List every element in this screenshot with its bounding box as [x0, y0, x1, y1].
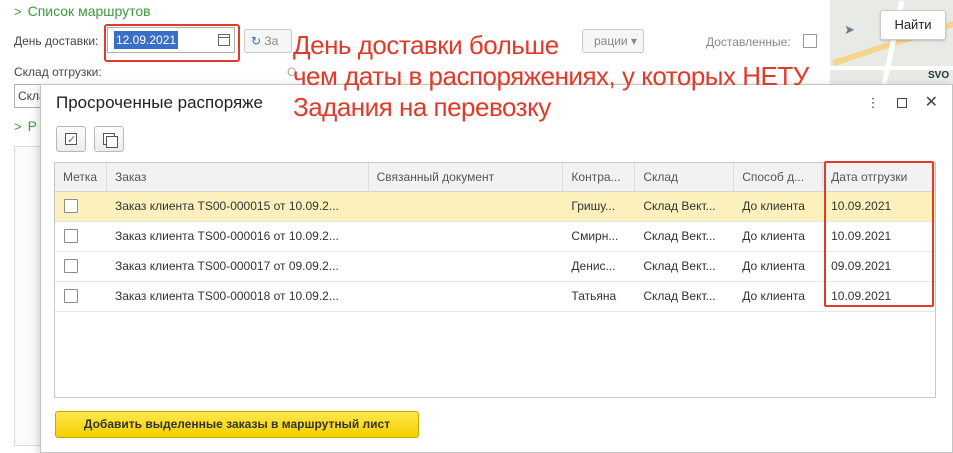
column-header-linked-document[interactable]: Связанный документ [369, 163, 564, 192]
column-header-mark[interactable]: Метка [55, 163, 107, 192]
route-list-title: Список маршрутов [27, 3, 151, 19]
row-order: Заказ клиента TS00-000018 от 10.09.2... [114, 289, 339, 303]
route-list-section-title[interactable]: > Список маршрутов [14, 3, 151, 19]
row-linked-document [369, 282, 564, 311]
column-header-order[interactable]: Заказ [107, 163, 369, 192]
row-linked-document [369, 222, 564, 251]
close-icon[interactable]: ✕ [925, 95, 938, 111]
row-checkbox[interactable] [64, 199, 78, 213]
row-linked-document [369, 192, 564, 221]
column-header-delivery-method[interactable]: Способ д... [734, 163, 824, 192]
dialog-title: Просроченные распоряже [56, 93, 264, 112]
fill-button-label: За [264, 34, 279, 48]
uncheck-all-button[interactable] [94, 126, 124, 152]
row-order: Заказ клиента TS00-000016 от 10.09.2... [114, 229, 339, 243]
row-checkbox[interactable] [64, 229, 78, 243]
row-ship-date: 10.09.2021 [831, 289, 892, 303]
table-row[interactable]: Заказ клиента TS00-000015 от 10.09.2... … [55, 192, 935, 222]
delivery-day-highlight [104, 24, 240, 62]
add-selected-orders-button[interactable]: Добавить выделенные заказы в маршрутный … [55, 411, 419, 438]
row-ship-date: 10.09.2021 [831, 229, 892, 243]
table-row[interactable]: Заказ клиента TS00-000017 от 09.09.2... … [55, 252, 935, 282]
column-header-ship-date[interactable]: Дата отгрузки [823, 163, 935, 192]
annotation-line-2: чем даты в распоряжениях, у которых НЕТУ [293, 61, 809, 91]
row-warehouse: Склад Вект... [643, 259, 716, 273]
more-icon[interactable]: ⋮ [867, 95, 880, 111]
row-warehouse: Склад Вект... [643, 289, 716, 303]
navigation-arrow-icon[interactable]: ➤ [844, 22, 855, 38]
check-all-button[interactable]: ✓ [56, 126, 86, 152]
map-widget[interactable]: ➤ Найти SVO [830, 0, 953, 86]
column-header-warehouse[interactable]: Склад [635, 163, 735, 192]
annotation-line-1: День доставки больше [293, 30, 559, 60]
row-counterparty: Смирн... [571, 229, 619, 243]
row-delivery-method: До клиента [742, 259, 805, 273]
row-warehouse: Склад Вект... [643, 199, 716, 213]
table-row[interactable]: Заказ клиента TS00-000016 от 10.09.2... … [55, 222, 935, 252]
row-delivery-method: До клиента [742, 199, 805, 213]
delivery-day-label: День доставки: [14, 34, 99, 48]
annotation-line-3: Задания на перевозку [293, 92, 551, 122]
row-counterparty: Татьяна [571, 289, 617, 303]
annotation-text: День доставки больше чем даты в распоряж… [293, 30, 809, 123]
second-section-title[interactable]: > Р [14, 118, 37, 134]
overdue-orders-dialog: Просроченные распоряже ⋮ ✕ ✓ Метка Заказ… [40, 84, 953, 453]
row-mark-cell [55, 222, 107, 251]
row-order: Заказ клиента TS00-000017 от 09.09.2... [114, 259, 339, 273]
row-mark-cell [55, 282, 107, 311]
chevron-right-icon: > [14, 3, 22, 19]
map-find-button[interactable]: Найти [880, 10, 946, 40]
maximize-icon[interactable] [896, 98, 907, 108]
row-warehouse: Склад Вект... [643, 229, 716, 243]
row-order: Заказ клиента TS00-000015 от 10.09.2... [114, 199, 339, 213]
column-header-counterparty[interactable]: Контра... [563, 163, 636, 192]
row-delivery-method: До клиента [742, 229, 805, 243]
fill-button[interactable]: ↻ За [244, 29, 292, 53]
refresh-icon: ↻ [251, 34, 262, 48]
row-delivery-method: До клиента [742, 289, 805, 303]
row-linked-document [369, 252, 564, 281]
row-mark-cell [55, 252, 107, 281]
row-ship-date: 09.09.2021 [831, 259, 892, 273]
orders-table: Метка Заказ Связанный документ Контра...… [54, 162, 936, 398]
table-header: Метка Заказ Связанный документ Контра...… [55, 163, 935, 192]
row-counterparty: Денис... [571, 259, 616, 273]
row-ship-date: 10.09.2021 [831, 199, 892, 213]
row-checkbox[interactable] [64, 259, 78, 273]
chevron-right-icon: > [14, 118, 22, 134]
warehouse-label: Склад отгрузки: [14, 65, 102, 79]
second-section-label: Р [27, 118, 37, 134]
table-row[interactable]: Заказ клиента TS00-000018 от 10.09.2... … [55, 282, 935, 312]
dialog-window-controls: ⋮ ✕ [867, 95, 938, 111]
row-mark-cell [55, 192, 107, 221]
map-metro-label: SVO [928, 70, 950, 81]
row-checkbox[interactable] [64, 289, 78, 303]
row-counterparty: Гришу... [571, 199, 616, 213]
